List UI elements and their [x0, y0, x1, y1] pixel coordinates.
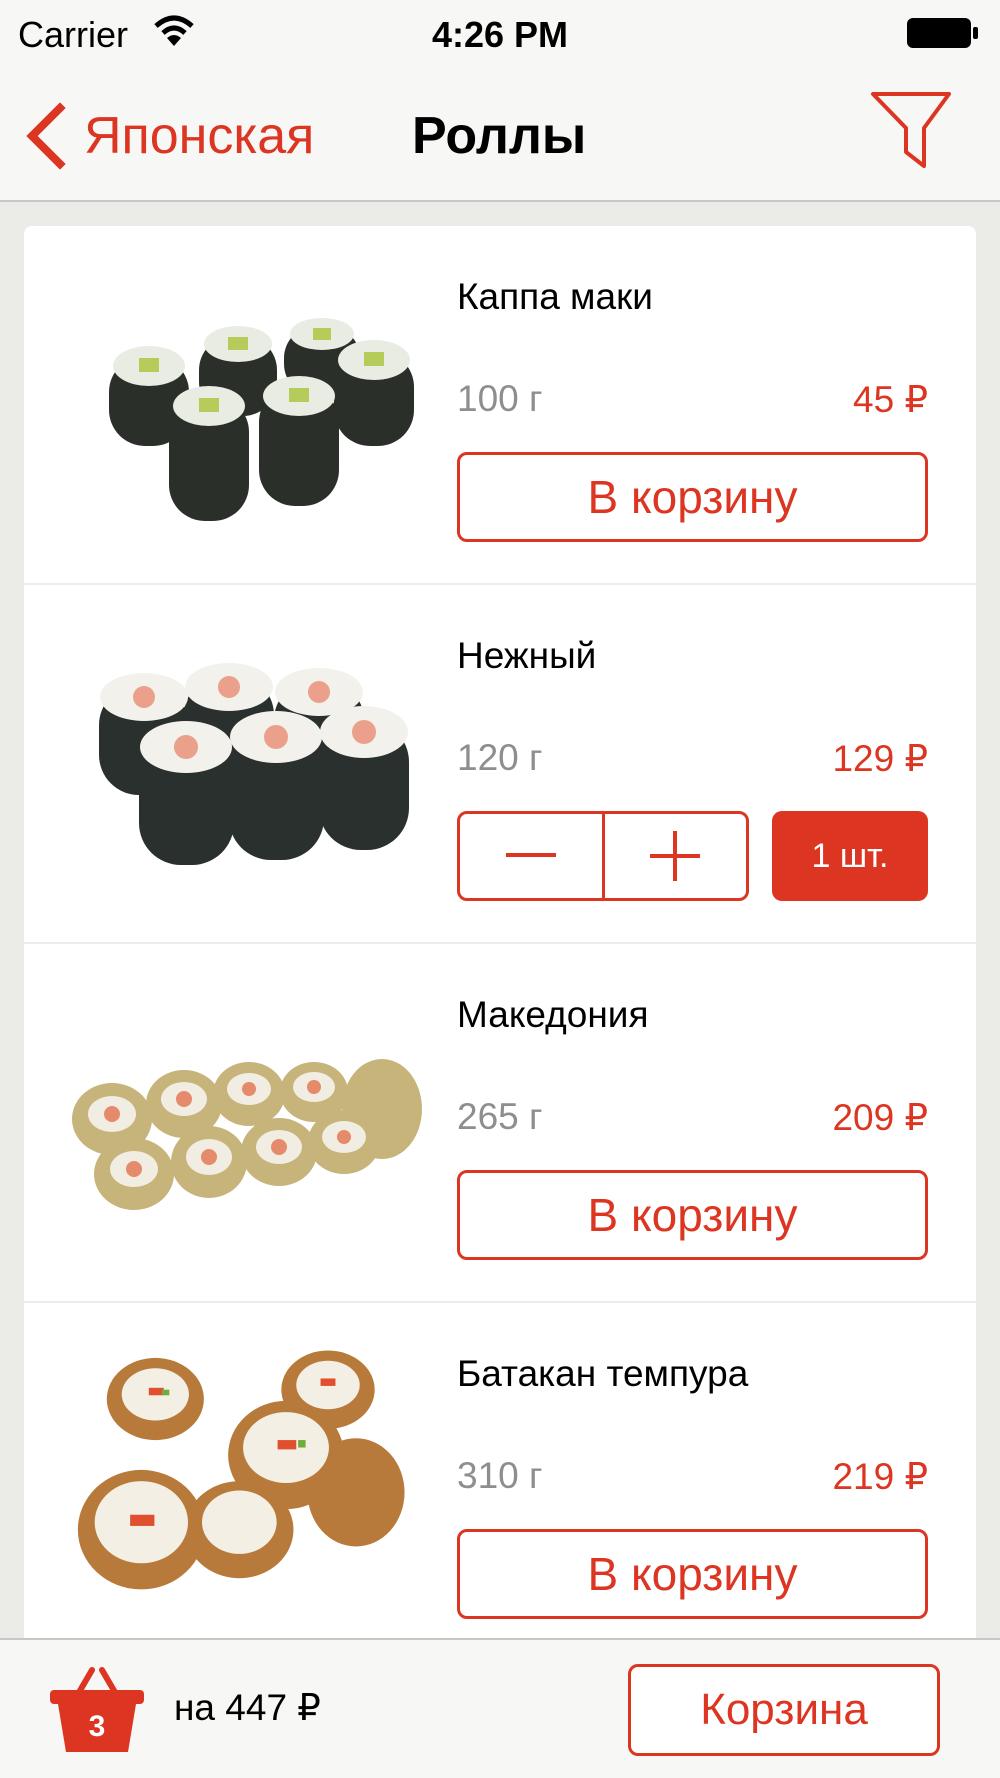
product-image: [72, 1059, 422, 1210]
add-to-cart-button[interactable]: В корзину: [457, 1529, 928, 1619]
plus-icon: [650, 831, 701, 881]
add-to-cart-button[interactable]: В корзину: [457, 452, 928, 542]
minus-icon: [505, 853, 556, 857]
decrement-button[interactable]: [460, 814, 602, 898]
product-weight: 265 г: [457, 1096, 543, 1137]
product-price: 219 ₽: [832, 1456, 928, 1497]
page-title: Роллы: [412, 107, 587, 165]
bottom-toolbar: 3 на 447 ₽ Корзина: [0, 1638, 1000, 1778]
product-price: 45 ₽: [853, 379, 928, 420]
product-name: Батакан темпура: [457, 1353, 749, 1394]
filter-icon[interactable]: [868, 88, 954, 170]
status-bar: Carrier 4:26 PM: [0, 0, 1000, 68]
product-name: Нежный: [457, 635, 597, 676]
product-weight: 100 г: [457, 378, 543, 419]
product-price: 209 ₽: [832, 1097, 928, 1138]
product-list: Каппа маки 100 г 45 ₽ В корзину Нежный 1…: [24, 226, 976, 1666]
list-item: Македония 265 г 209 ₽ В корзину: [24, 944, 976, 1303]
basket-count: 3: [88, 1710, 106, 1743]
product-name: Македония: [457, 994, 649, 1035]
navigation-bar: Японская Роллы: [0, 68, 1000, 202]
battery-icon: [907, 18, 978, 48]
back-label: Японская: [84, 107, 315, 165]
product-weight: 310 г: [457, 1455, 543, 1496]
quantity-badge: 1 шт.: [772, 811, 928, 901]
chevron-left-icon: [26, 102, 66, 170]
increment-button[interactable]: [601, 814, 747, 898]
product-name: Каппа маки: [457, 276, 653, 317]
clock: 4:26 PM: [431, 14, 569, 55]
list-item: Нежный 120 г 129 ₽ 1 шт.: [24, 585, 976, 944]
add-to-cart-button[interactable]: В корзину: [457, 1170, 928, 1260]
product-weight: 120 г: [457, 737, 543, 778]
quantity-stepper: [457, 811, 749, 901]
product-image: [77, 1350, 405, 1590]
cart-total: на 447 ₽: [174, 1687, 321, 1728]
back-button[interactable]: Японская: [22, 96, 314, 176]
product-image: [99, 663, 409, 865]
basket-button[interactable]: 3: [48, 1664, 146, 1756]
cart-button[interactable]: Корзина: [628, 1664, 940, 1756]
list-item: Батакан темпура 310 г 219 ₽ В корзину: [24, 1303, 976, 1662]
product-price: 129 ₽: [832, 738, 928, 779]
list-item: Каппа маки 100 г 45 ₽ В корзину: [24, 226, 976, 585]
product-image: [109, 318, 414, 521]
